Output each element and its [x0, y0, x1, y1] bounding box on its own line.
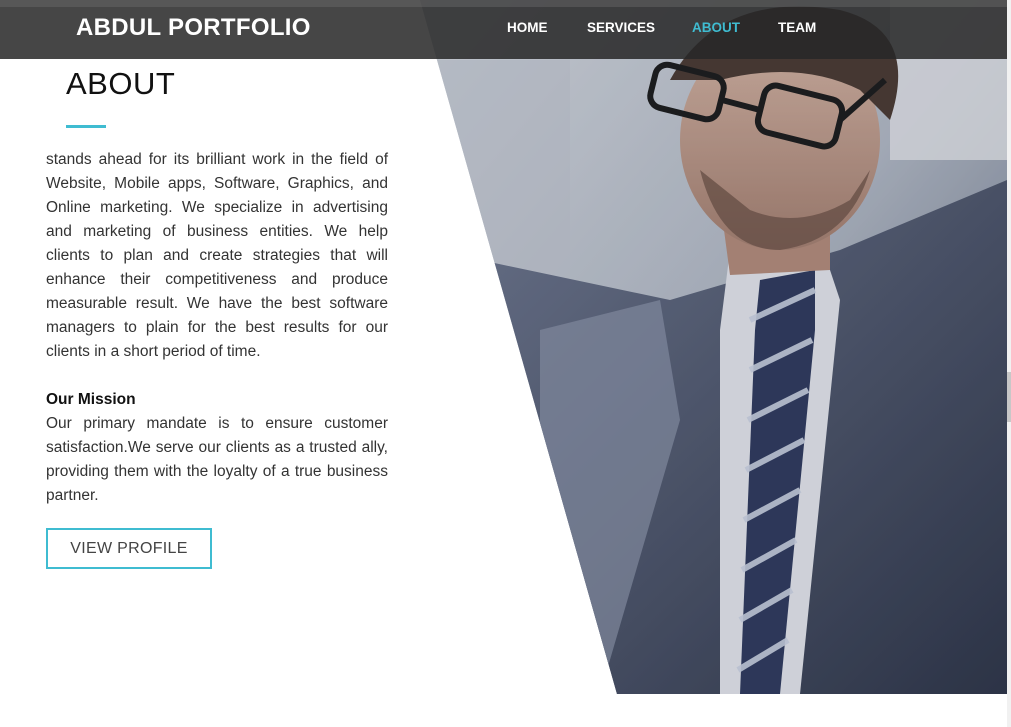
- nav-about[interactable]: ABOUT: [692, 20, 778, 35]
- site-header: ABDUL PORTFOLIO HOME SERVICES ABOUT TEAM: [0, 0, 1007, 59]
- title-underline: [66, 125, 106, 128]
- nav-home[interactable]: HOME: [507, 20, 587, 35]
- nav-team[interactable]: TEAM: [778, 20, 838, 35]
- main-nav: HOME SERVICES ABOUT TEAM: [507, 20, 838, 35]
- brand-logo[interactable]: ABDUL PORTFOLIO: [76, 14, 311, 42]
- hero-photo: [420, 0, 1007, 694]
- scrollbar-thumb[interactable]: [1007, 372, 1011, 422]
- about-intro-text: stands ahead for its brilliant work in t…: [46, 151, 388, 360]
- mission-heading: Our Mission: [46, 391, 136, 408]
- page: ABDUL PORTFOLIO HOME SERVICES ABOUT TEAM…: [0, 0, 1011, 727]
- view-profile-button[interactable]: VIEW PROFILE: [46, 528, 212, 569]
- nav-services[interactable]: SERVICES: [587, 20, 692, 35]
- section-title: ABOUT: [66, 66, 176, 101]
- businessman-photo: [420, 0, 1007, 694]
- mission-text: Our primary mandate is to ensure custome…: [46, 415, 388, 504]
- scrollbar-track[interactable]: [1007, 0, 1011, 727]
